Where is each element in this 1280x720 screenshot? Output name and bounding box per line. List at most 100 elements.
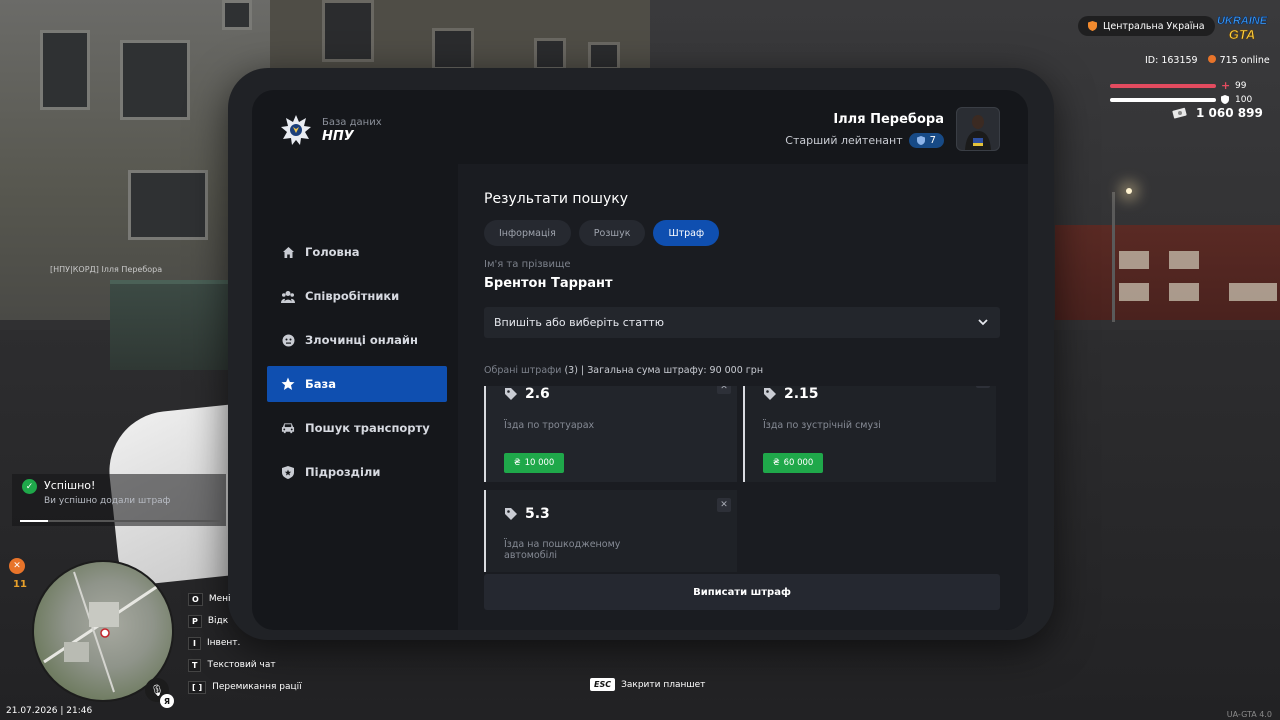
toast-text: Ви успішно додали штраф xyxy=(44,496,171,506)
chevron-down-icon xyxy=(978,319,988,326)
fine-card: ✕ 2.6 Їзда по тротуарах ₴ 10 000 xyxy=(484,386,737,482)
tag-icon xyxy=(505,508,517,520)
armor-bar xyxy=(1110,98,1216,102)
hryvnia-icon: ₴ xyxy=(514,458,521,468)
page-title: Результати пошуку xyxy=(484,191,628,207)
criminal-face-icon xyxy=(281,333,295,347)
keybind-label: Перемикання рації xyxy=(212,682,302,692)
street-lamp-light xyxy=(1126,188,1132,194)
name-label: Ім'я та прізвище xyxy=(484,259,571,270)
armor-value: 100 xyxy=(1235,95,1253,105)
region-badge: Центральна Україна xyxy=(1078,16,1215,36)
health-cross-icon: + xyxy=(1221,79,1231,92)
cash-icon xyxy=(1172,107,1187,119)
tablet-screen: База даних НПУ Ілля Перебора Старший лей… xyxy=(252,90,1028,630)
sidebar-item-database[interactable]: База xyxy=(267,366,447,402)
close-icon[interactable]: ✕ xyxy=(717,386,731,394)
region-icon xyxy=(1088,21,1097,31)
user-name: Ілля Перебора xyxy=(833,111,944,127)
keycap: I xyxy=(188,636,201,650)
version-label: UA-GTA 4.0 xyxy=(1226,710,1272,719)
user-rank: Старший лейтенант xyxy=(785,133,903,147)
tab-wanted[interactable]: Розшук xyxy=(578,220,646,246)
tag-icon xyxy=(764,388,776,400)
selected-fines-list: ✕ 2.6 Їзда по тротуарах ₴ 10 000 ✕ 2.15 xyxy=(484,386,1000,572)
toast-progress xyxy=(20,520,220,522)
close-tablet-label: Закрити планшет xyxy=(621,679,706,690)
sidebar-nav: Головна Співробітники Злочинці онлайн Ба… xyxy=(267,234,447,498)
keybind-label: Мені xyxy=(208,594,231,604)
sidebar-item-label: Підрозділи xyxy=(305,465,381,479)
money-display: 1 060 899 xyxy=(1172,106,1263,120)
shield-icon xyxy=(916,135,925,145)
tab-fine[interactable]: Штраф xyxy=(653,220,720,246)
esc-keycap: ESC xyxy=(590,678,616,691)
sidebar-item-label: База xyxy=(305,377,336,391)
summary-count: (3) xyxy=(564,365,578,376)
brand-subtitle: База даних xyxy=(322,116,382,128)
fine-article: 2.6 xyxy=(525,386,550,402)
online-count: 715 online xyxy=(1219,55,1270,66)
close-icon[interactable]: ✕ xyxy=(976,386,990,388)
fine-price-badge: ₴ 60 000 xyxy=(763,453,824,473)
close-tablet-hint: ESC Закрити планшет xyxy=(590,678,705,691)
keycap: O xyxy=(188,592,203,606)
article-select[interactable]: Впишіть або виберіть статтю xyxy=(484,307,1000,338)
issue-fine-button[interactable]: Виписати штраф xyxy=(484,574,1000,610)
police-emblem-icon xyxy=(281,115,311,145)
building-middle xyxy=(270,0,650,70)
rank-level: 7 xyxy=(929,134,936,146)
health-value: 99 xyxy=(1235,81,1247,91)
people-icon xyxy=(281,289,295,303)
hryvnia-icon: ₴ xyxy=(773,458,780,468)
fine-price: 10 000 xyxy=(524,458,555,468)
keycap: P xyxy=(188,614,202,628)
mic-key: Я xyxy=(160,694,174,708)
fine-card: ✕ 5.3 Їзда на пошкодженому автомобілі xyxy=(484,490,737,572)
sidebar-item-employees[interactable]: Співробітники xyxy=(267,278,447,314)
online-dot-icon xyxy=(1207,55,1216,63)
close-icon[interactable]: ✕ xyxy=(717,498,731,512)
car-icon xyxy=(281,421,295,435)
street-lamp-pole xyxy=(1112,192,1115,322)
food-value: 11 xyxy=(13,579,27,590)
sidebar-item-home[interactable]: Головна xyxy=(267,234,447,270)
fine-description: Їзда на пошкодженому автомобілі xyxy=(504,539,621,561)
person-name: Брентон Таррант xyxy=(484,276,613,291)
star-icon xyxy=(281,377,295,391)
keybind-hints: O Мені P Відк I Інвент. T Текстовий чат [ ] П… xyxy=(188,588,302,698)
player-nametag: [НПУ|КОРД] Ілля Перебора xyxy=(50,265,163,274)
sidebar-item-label: Головна xyxy=(305,245,360,259)
sidebar-item-divisions[interactable]: Підрозділи xyxy=(267,454,447,490)
keycap: [ ] xyxy=(188,680,207,694)
fine-description: Їзда по зустрічній смузі xyxy=(763,420,881,431)
datetime: 21.07.2026 | 21:46 xyxy=(6,706,93,716)
fine-description: Їзда по тротуарах xyxy=(504,420,595,431)
food-icon: ✕ xyxy=(9,558,25,574)
sidebar-item-vehicle-search[interactable]: Пошук транспорту xyxy=(267,410,447,446)
toast-title: Успішно! xyxy=(44,479,96,492)
armor-shield-icon xyxy=(1221,95,1229,104)
money-value: 1 060 899 xyxy=(1196,106,1263,120)
home-icon xyxy=(281,245,295,259)
keybind-label: Відк xyxy=(207,616,229,626)
logo-bottom-text: GTA xyxy=(1229,27,1255,42)
health-bar xyxy=(1110,84,1216,88)
ukraine-gta-logo: UKRAINE GTA xyxy=(1217,15,1268,43)
player-id: ID: 163159 xyxy=(1145,55,1198,66)
keybind-label: Інвент. xyxy=(207,638,241,648)
brand-title: НПУ xyxy=(322,128,354,144)
user-profile: Ілля Перебора Старший лейтенант 7 xyxy=(785,107,1000,151)
success-toast: ✓ Успішно! Ви успішно додали штраф xyxy=(12,474,226,526)
sidebar-item-label: Злочинці онлайн xyxy=(305,333,418,347)
summary-prefix: Обрані штрафи xyxy=(484,365,562,376)
fine-article: 5.3 xyxy=(525,506,550,522)
shield-star-icon xyxy=(281,465,295,479)
region-name: Центральна Україна xyxy=(1103,20,1205,32)
sidebar-item-criminals-online[interactable]: Злочинці онлайн xyxy=(267,322,447,358)
summary-total: | Загальна сума штрафу: 90 000 грн xyxy=(580,365,764,376)
building-right xyxy=(1055,225,1280,320)
server-info: ID: 163159 715 online xyxy=(1145,55,1270,66)
npu-brand: База даних НПУ xyxy=(280,114,382,146)
tab-information[interactable]: Інформація xyxy=(484,220,571,246)
